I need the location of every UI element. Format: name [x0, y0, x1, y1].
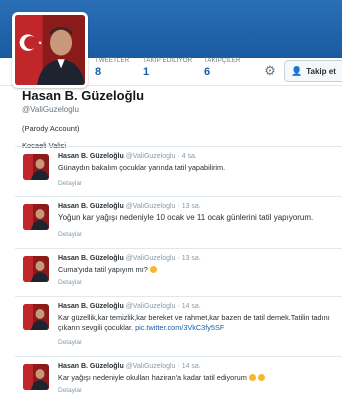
avatar-image — [15, 15, 85, 85]
tweet-details-link[interactable]: Detaylar — [58, 180, 82, 187]
profile-card: Hasan B. Güzeloğlu @ValiGuzeloglu (Parod… — [22, 86, 144, 150]
tweet-text: Kar yağışı nedeniyle okulları haziran'a … — [58, 373, 247, 382]
tweet-media-link[interactable]: pic.twitter.com/3VkC3fy5SF — [135, 323, 224, 332]
tweet-details-link[interactable]: Detaylar — [58, 387, 82, 394]
tweet-text: Yoğun kar yağışı nedeniyle 10 ocak ve 11… — [58, 213, 314, 222]
profile-bio: (Parody Account) — [22, 124, 80, 133]
tweet-text: Günaydın bakalım çocuklar yarında tatil … — [58, 163, 226, 172]
stat-following[interactable]: TAKİP EDİLİYOR 1 — [143, 58, 192, 78]
tweet-avatar[interactable] — [23, 304, 49, 330]
tweet-item[interactable]: Hasan B. Güzeloğlu @ValiGuzeloglu · 13 s… — [15, 196, 342, 246]
tweet-time[interactable]: · 14 sa. — [177, 363, 200, 370]
tweet-text-wrap: Kar güzellik,kar temizlik,kar bereket ve… — [58, 313, 338, 333]
add-user-icon: 👤 — [291, 65, 303, 76]
gear-icon[interactable]: ⚙ — [263, 64, 277, 78]
tweet-item[interactable]: Hasan B. Güzeloğlu @ValiGuzeloglu · 4 sa… — [15, 146, 342, 194]
tweet-handle[interactable]: @ValiGuzeloglu — [126, 303, 176, 310]
profile-name: Hasan B. Güzeloğlu — [22, 88, 145, 103]
stat-followers[interactable]: TAKİPÇİLER 6 — [204, 58, 241, 78]
tweet-time[interactable]: · 13 sa. — [177, 203, 200, 210]
tweet-text-wrap: Kar yağışı nedeniyle okulları haziran'a … — [58, 373, 338, 383]
follow-label: Takip et — [306, 66, 336, 76]
tweet-handle[interactable]: @ValiGuzeloglu — [126, 255, 176, 262]
profile-avatar[interactable] — [12, 12, 88, 88]
tweet-handle[interactable]: @ValiGuzeloglu — [126, 153, 176, 160]
smiley-icon — [248, 374, 256, 381]
tweet-details-link[interactable]: Detaylar — [58, 231, 82, 238]
tweet-time[interactable]: · 14 sa. — [177, 303, 200, 310]
tweet-handle[interactable]: @ValiGuzeloglu — [126, 203, 176, 210]
tweet-time[interactable]: · 4 sa. — [177, 153, 196, 160]
tweet-avatar[interactable] — [23, 154, 49, 180]
tweet-text: Cuma'yıda tatil yapıyım mı? — [58, 265, 148, 274]
tweet-item[interactable]: Hasan B. Güzeloğlu @ValiGuzeloglu · 14 s… — [15, 356, 342, 400]
smiley-icon — [149, 266, 157, 273]
profile-handle[interactable]: @ValiGuzeloglu — [22, 105, 144, 114]
tweet-details-link[interactable]: Detaylar — [58, 339, 82, 346]
tweet-avatar[interactable] — [23, 256, 49, 282]
tweet-item[interactable]: Hasan B. Güzeloğlu @ValiGuzeloglu · 14 s… — [15, 296, 342, 354]
tweet-author[interactable]: Hasan B. Güzeloğlu — [58, 303, 124, 310]
smiley-icon — [257, 374, 265, 381]
tweet-author[interactable]: Hasan B. Güzeloğlu — [58, 363, 124, 370]
tweet-handle[interactable]: @ValiGuzeloglu — [126, 363, 176, 370]
tweet-author[interactable]: Hasan B. Güzeloğlu — [58, 153, 124, 160]
tweet-author[interactable]: Hasan B. Güzeloğlu — [58, 255, 124, 262]
stat-tweets[interactable]: TWEETLER 8 — [95, 58, 129, 78]
tweet-author[interactable]: Hasan B. Güzeloğlu — [58, 203, 124, 210]
tweet-time[interactable]: · 13 sa. — [177, 255, 200, 262]
tweet-item[interactable]: Hasan B. Güzeloğlu @ValiGuzeloglu · 13 s… — [15, 248, 342, 294]
tweet-details-link[interactable]: Detaylar — [58, 279, 82, 286]
tweet-text-wrap: Cuma'yıda tatil yapıyım mı? — [58, 265, 338, 275]
follow-button[interactable]: 👤 Takip et — [284, 60, 342, 82]
tweet-avatar[interactable] — [23, 364, 49, 390]
tweet-avatar[interactable] — [23, 204, 49, 230]
